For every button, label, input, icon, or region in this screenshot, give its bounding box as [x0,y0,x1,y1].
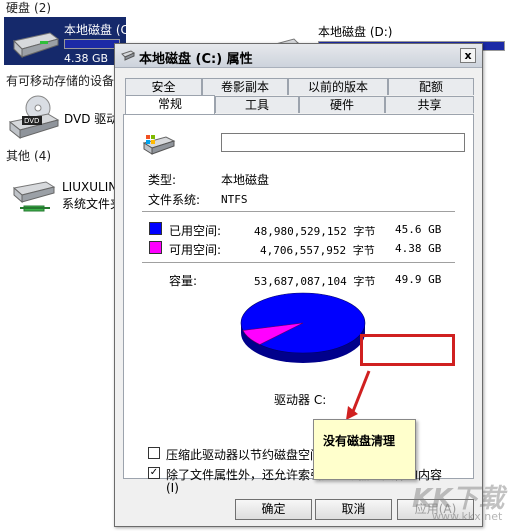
network-drive-icon [12,181,56,212]
group-header-hard-disks[interactable]: 硬盘 (2) [6,0,51,16]
tab-shadow-copies[interactable]: 卷影副本 [202,78,288,95]
drive-c-free: 4.38 GB [64,52,109,65]
index-checkbox[interactable]: ✓ [148,467,160,479]
group-header-removable[interactable]: 有可移动存储的设备 [6,73,114,89]
button-label: 取消 [341,502,366,516]
hard-drive-icon [13,32,60,59]
svg-text:DVD: DVD [24,117,39,125]
capacity-bytes: 53,687,087,104 字节 [254,275,376,288]
filesystem-value: NTFS [221,193,248,206]
tab-general[interactable]: 常规 [125,95,215,114]
group-label: 其他 [6,149,31,163]
disk-usage-pie [240,292,366,363]
compress-checkbox[interactable] [148,447,160,459]
drive-c-usage-bar [64,39,121,49]
group-label: 有可移动存储的设备 [6,74,115,88]
group-label: 硬盘 [6,1,31,15]
group-count: (2) [34,1,52,15]
annotation-text: 没有磁盘清理 [323,434,396,448]
tab-label: 工具 [244,98,269,112]
used-space-bytes: 48,980,529,152 字节 [254,225,376,238]
tab-hardware[interactable]: 硬件 [299,96,385,113]
separator [142,262,455,263]
watermark-url: www.kkx.net [432,510,503,523]
tab-label: 安全 [151,80,176,94]
drive-small-icon [121,50,135,61]
used-space-size: 45.6 GB [395,223,442,236]
general-tab-panel: 类型: 本地磁盘 文件系统: NTFS 已用空间: 48,980,529,152… [123,114,474,495]
free-space-bytes: 4,706,557,952 字节 [260,244,375,257]
tab-label: 以前的版本 [307,80,368,94]
drive-d-name: 本地磁盘 (D:) [318,25,393,39]
drive-tile-dvd[interactable]: DVD DVD 驱动器 [4,92,130,142]
drive-network-sub: 系统文件夹 [62,197,123,211]
dialog-titlebar[interactable]: 本地磁盘 (C:) 属性 x [115,44,482,68]
drive-letter-label: 驱动器 C: [274,393,327,407]
check-mark-icon: ✓ [149,467,159,478]
close-button[interactable]: x [460,48,476,63]
separator [142,211,455,212]
tab-security[interactable]: 安全 [125,78,202,95]
drive-icon [142,135,176,155]
cancel-button[interactable]: 取消 [315,499,392,520]
capacity-size: 49.9 GB [395,273,442,286]
drive-tile-network[interactable]: LIUXULIN- 系统文件夹 [4,172,122,220]
button-label: 确定 [261,502,286,516]
ok-button[interactable]: 确定 [235,499,312,520]
used-space-swatch [149,222,162,235]
tab-label: 硬件 [329,98,354,112]
tab-quota[interactable]: 配额 [388,78,474,95]
type-value: 本地磁盘 [221,173,270,187]
tab-sharing[interactable]: 共享 [385,96,474,113]
free-space-swatch [149,241,162,254]
group-header-other[interactable]: 其他 (4) [6,148,51,164]
drive-c-name: 本地磁盘 (C:) [64,23,138,37]
free-space-label: 可用空间: [169,243,222,257]
type-label: 类型: [148,173,177,187]
tab-label: 配额 [418,80,443,94]
index-label-accelerator: (I) [166,481,179,495]
close-icon: x [464,49,472,62]
highlight-box [360,334,455,366]
tab-previous-versions[interactable]: 以前的版本 [288,78,388,95]
used-space-label: 已用空间: [169,224,222,238]
dvd-drive-icon: DVD [8,95,60,140]
capacity-label: 容量: [169,274,198,288]
drive-tile-c[interactable]: 本地磁盘 (C:) 4.38 GB [4,17,138,65]
dialog-title: 本地磁盘 (C:) 属性 [139,52,253,67]
free-space-size: 4.38 GB [395,242,442,255]
tab-label: 卷影副本 [220,80,269,94]
tab-label: 共享 [417,98,442,112]
tab-tools[interactable]: 工具 [215,96,299,113]
volume-name-input[interactable] [221,133,465,152]
group-count: (4) [34,149,52,163]
filesystem-label: 文件系统: [148,193,201,207]
tab-label: 常规 [157,97,182,111]
drive-network-name: LIUXULIN- [62,180,122,194]
properties-dialog: 本地磁盘 (C:) 属性 x 安全 卷影副本 以前的版本 配额 常规 工具 硬件… [114,43,483,527]
annotation-note: 没有磁盘清理 [313,419,416,480]
